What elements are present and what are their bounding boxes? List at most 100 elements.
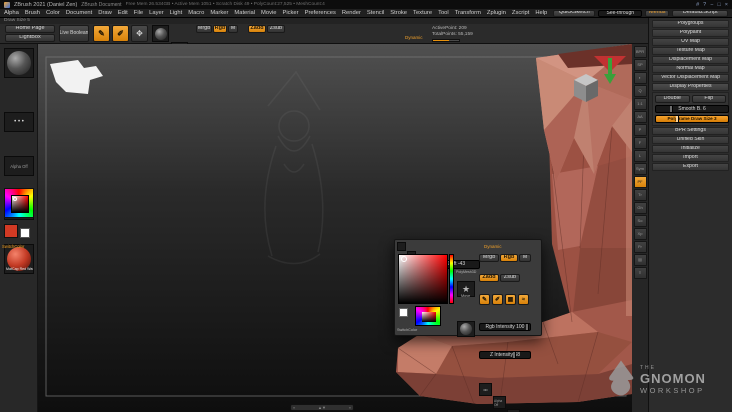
tool-subpalette-item[interactable]: Polypaint — [652, 29, 729, 37]
menu-item[interactable]: Macro — [188, 10, 204, 16]
menu-item[interactable]: File — [134, 10, 143, 16]
display-properties-header[interactable]: Display Properties — [652, 83, 729, 91]
right-shelf-icon[interactable]: Sym — [633, 163, 647, 175]
tool-subpalette-item[interactable]: Unified Skin — [652, 136, 729, 144]
popup-mini-picker[interactable] — [415, 306, 441, 326]
right-shelf-icon[interactable]: AA — [633, 111, 647, 123]
popup-mode-icon-button[interactable]: ✐ — [492, 294, 503, 305]
tool-subpalette-item[interactable]: Normal Map — [652, 65, 729, 73]
popup-switch-color-swatch[interactable] — [399, 308, 408, 317]
popup-brush-thumb[interactable] — [457, 321, 475, 337]
menu-item[interactable]: Document — [66, 10, 92, 16]
right-shelf-icon[interactable]: ≡ — [633, 267, 647, 279]
right-shelf-icon[interactable]: Gh — [633, 202, 647, 214]
current-stroke-thumb[interactable]: • • • — [4, 112, 34, 132]
menu-item[interactable]: Light — [170, 10, 183, 16]
menu-item[interactable]: Stroke — [390, 10, 407, 16]
popup-zsub-button[interactable]: Zsub — [500, 274, 520, 282]
right-shelf-icon[interactable]: F — [633, 137, 647, 149]
menu-item[interactable]: Zscript — [512, 10, 529, 16]
tool-subpalette-item[interactable]: Vector Displacement Map — [652, 74, 729, 82]
window-control-icon[interactable]: □ — [717, 2, 720, 8]
right-shelf-icon[interactable]: 1:1 — [633, 98, 647, 110]
right-shelf-icon[interactable]: Tr — [633, 189, 647, 201]
dynamic-toggle[interactable]: Dynamic — [405, 35, 423, 40]
see-through-slider[interactable]: See-through — [598, 9, 643, 17]
default-zscript-button[interactable]: DefaultZScript — [672, 9, 729, 17]
popup-color-selection-ring[interactable] — [401, 256, 407, 262]
menu-item[interactable]: Color — [46, 10, 60, 16]
menu-item[interactable]: Brush — [25, 10, 40, 16]
popup-z-intensity-slider[interactable]: Z Intensity 68 — [479, 351, 531, 359]
right-shelf-icon[interactable]: P — [633, 124, 647, 136]
mode-icon-button[interactable]: ✎ — [93, 25, 110, 42]
popup-doc-thumb[interactable] — [397, 242, 406, 251]
popup-mrgb-button[interactable]: Mrgb — [479, 254, 499, 262]
menu-item[interactable]: Movie — [261, 10, 276, 16]
right-shelf-icon[interactable]: ▤ — [633, 254, 647, 266]
mode-icon-button[interactable]: ✐ — [112, 25, 129, 42]
mrgb-button[interactable]: Mrgb — [196, 25, 212, 33]
popup-mini-sv[interactable] — [422, 312, 436, 322]
tool-subpalette-item[interactable]: Initialize — [652, 145, 729, 153]
popup-mode-icon-button[interactable]: ▦ — [505, 294, 516, 305]
menu-item[interactable]: Draw — [98, 10, 112, 16]
zsub-button[interactable]: Zsub — [267, 25, 285, 33]
popup-stroke-thumb[interactable]: ••• — [479, 383, 492, 396]
lightbox-button[interactable]: LightBox — [5, 34, 55, 42]
popup-dynamic-toggle[interactable]: Dynamic — [484, 244, 502, 249]
zadd-button[interactable]: Zadd — [248, 25, 266, 33]
tool-subpalette-item[interactable]: Displacement Map — [652, 56, 729, 64]
flip-button[interactable]: Flip — [691, 95, 726, 103]
popup-mode-icon-button[interactable]: ≈ — [518, 294, 529, 305]
tool-subpalette-item[interactable]: Import — [652, 154, 729, 162]
live-boolean-button[interactable]: Live Boolean — [59, 25, 89, 42]
right-shelf-icon[interactable]: Xp — [633, 228, 647, 240]
window-control-icon[interactable]: − — [710, 2, 713, 8]
right-shelf-icon[interactable]: ◐ — [633, 72, 647, 84]
right-shelf-icon[interactable]: Fr — [633, 241, 647, 253]
menus-button[interactable]: Menus — [645, 9, 670, 17]
scroll-left-icon[interactable]: « — [293, 405, 295, 410]
scroll-right-icon[interactable]: » — [349, 405, 351, 410]
color-picker[interactable] — [4, 188, 34, 218]
m-button[interactable]: M — [228, 25, 238, 33]
right-shelf-icon[interactable]: BPR — [633, 46, 647, 58]
right-shelf-icon[interactable]: So — [633, 215, 647, 227]
menu-item[interactable]: Layer — [149, 10, 164, 16]
main-color-swatch[interactable] — [4, 224, 18, 238]
window-control-icon[interactable]: ? — [703, 2, 706, 8]
tool-subpalette-item[interactable]: UV Map — [652, 38, 729, 46]
right-shelf-icon[interactable]: Q — [633, 85, 647, 97]
tool-subpalette-item[interactable]: BPR Settings — [652, 127, 729, 135]
rgb-button[interactable]: Rgb — [213, 25, 227, 33]
menu-item[interactable]: Transform — [455, 10, 481, 16]
popup-z-intensity-knob[interactable] — [512, 352, 516, 358]
popup-zadd-button[interactable]: Zadd — [479, 274, 499, 282]
polyframe-slider-knob[interactable] — [676, 116, 680, 122]
menu-item[interactable]: Stencil — [367, 10, 384, 16]
popup-rgb-intensity-knob[interactable] — [526, 324, 529, 330]
window-control-icon[interactable]: × — [725, 2, 728, 8]
menu-item[interactable]: Material — [234, 10, 255, 16]
color-selection-ring[interactable] — [13, 197, 17, 201]
smooth-slider-knob[interactable] — [670, 106, 674, 112]
polyframe-draw-size-slider[interactable]: Polyframe Draw Size 3 — [655, 115, 729, 123]
menu-item[interactable]: Tool — [438, 10, 449, 16]
mode-icon-button[interactable]: ✥ — [131, 25, 148, 42]
sculpt-canvas[interactable] — [38, 44, 632, 412]
popup-rgb-intensity-slider[interactable]: Rgb Intensity 100 — [479, 323, 531, 331]
menu-item[interactable]: Marker — [210, 10, 228, 16]
brush-preview-thumb[interactable] — [152, 25, 169, 42]
scroll-updown-icon[interactable]: ▲▼ — [318, 405, 326, 410]
menu-item[interactable]: Preferences — [305, 10, 336, 16]
popup-hue-strip[interactable] — [449, 254, 454, 304]
alpha-slot-thumb[interactable]: Alpha Off — [4, 156, 34, 176]
window-control-icon[interactable]: # — [696, 2, 699, 8]
boot-model[interactable] — [396, 44, 632, 405]
menu-item[interactable]: Help — [535, 10, 547, 16]
document-scroll-widget[interactable]: « ▲▼ » — [290, 404, 354, 411]
right-shelf-icon[interactable]: L — [633, 150, 647, 162]
double-button[interactable]: Double — [655, 95, 690, 103]
switch-color-swatch[interactable] — [20, 228, 30, 238]
